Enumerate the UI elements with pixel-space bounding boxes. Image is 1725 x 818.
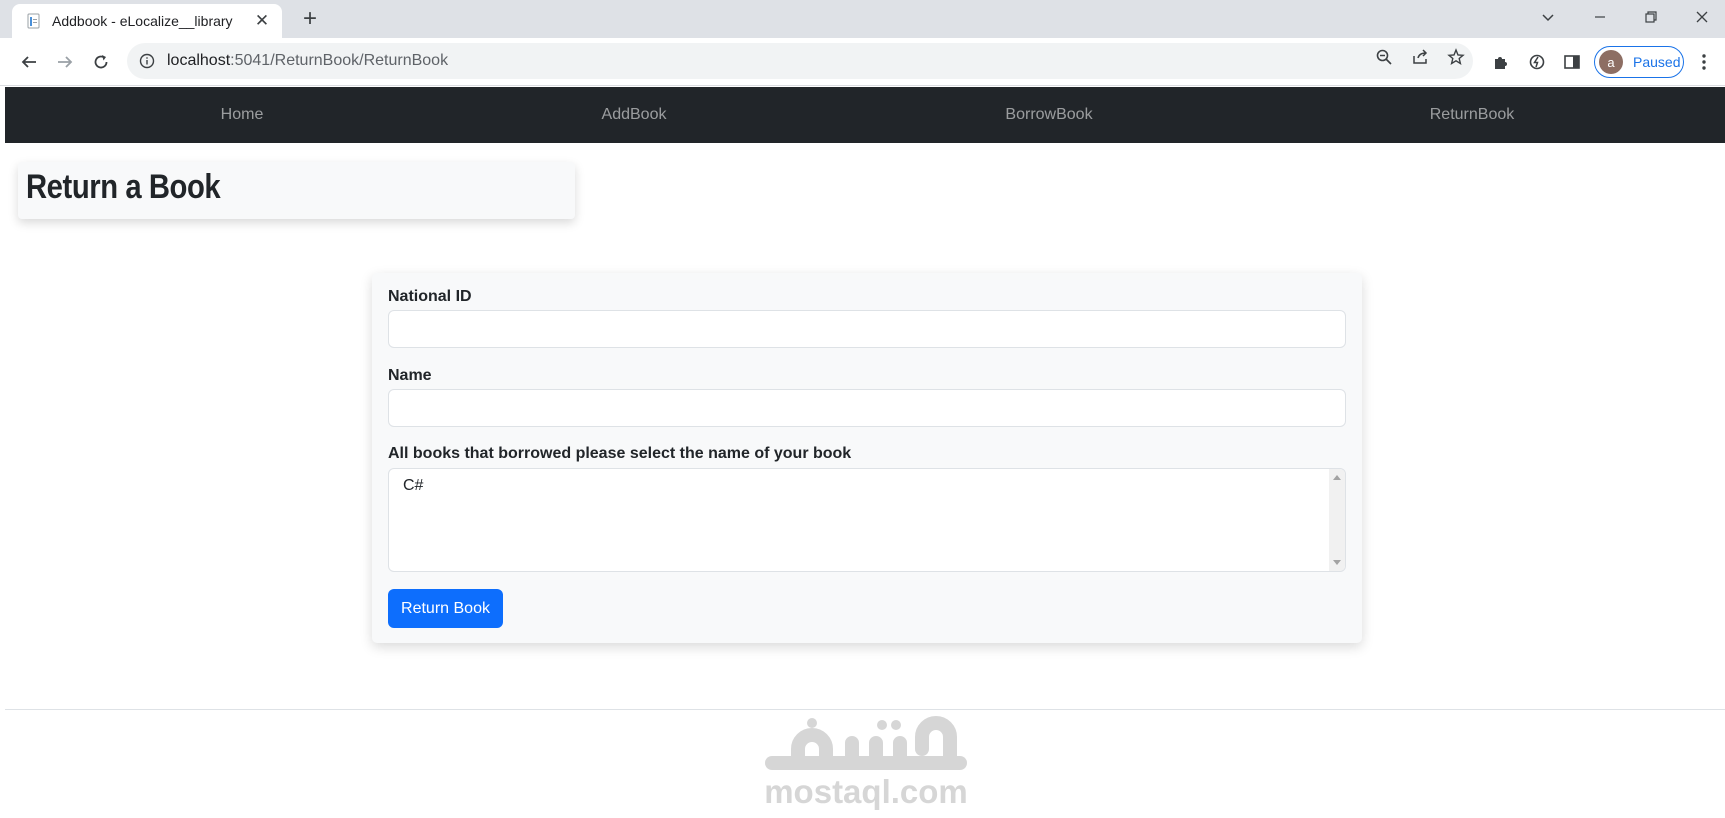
name-label: Name [388, 367, 432, 384]
extensions-puzzle-icon[interactable] [1490, 51, 1512, 73]
forward-arrow-icon[interactable] [49, 46, 81, 78]
site-info-icon[interactable] [139, 53, 155, 69]
return-book-form: National ID Name All books that borrowed… [372, 273, 1362, 643]
restore-icon[interactable] [1627, 0, 1675, 34]
nav-link-home[interactable]: Home [221, 87, 264, 143]
browser-tab[interactable]: Addbook - eLocalize__library ✕ [12, 4, 282, 38]
nav-link-borrowbook[interactable]: BorrowBook [1005, 87, 1092, 143]
borrowed-books-label: All books that borrowed please select th… [388, 445, 852, 462]
url-host: localhost [167, 52, 231, 69]
profile-button[interactable]: a Paused [1594, 46, 1684, 78]
url-text: localhost:5041/ReturnBook/ReturnBook [167, 52, 448, 70]
return-book-button[interactable]: Return Book [388, 589, 503, 628]
mostaql-watermark: mostaql.com [760, 715, 972, 815]
listbox-scrollbar[interactable] [1329, 469, 1345, 571]
zoom-out-icon[interactable] [1373, 46, 1395, 68]
site-navbar: Home AddBook BorrowBook ReturnBook [5, 87, 1725, 143]
side-panel-icon[interactable] [1561, 51, 1583, 73]
share-icon[interactable] [1409, 46, 1431, 68]
browser-toolbar: localhost:5041/ReturnBook/ReturnBook a P… [0, 38, 1725, 86]
address-bar[interactable]: localhost:5041/ReturnBook/ReturnBook [127, 43, 1473, 79]
page-favicon-icon [27, 13, 40, 29]
national-id-label: National ID [388, 288, 472, 305]
url-path: :5041/ReturnBook/ReturnBook [230, 52, 449, 69]
watermark-text: mostaql.com [764, 773, 968, 810]
bookmark-star-icon[interactable] [1445, 46, 1467, 68]
book-option[interactable]: C# [403, 477, 423, 495]
footer-divider [5, 709, 1725, 710]
page-viewport: Home AddBook BorrowBook ReturnBook Retur… [5, 87, 1725, 818]
borrowed-books-listbox[interactable]: C# [388, 468, 1346, 572]
browser-tabstrip: Addbook - eLocalize__library ✕ + [0, 0, 1725, 38]
performance-icon[interactable] [1526, 51, 1548, 73]
scroll-up-arrow-icon[interactable] [1333, 475, 1341, 480]
page-title-card: Return a Book [18, 162, 575, 219]
reload-icon[interactable] [85, 46, 117, 78]
minimize-icon[interactable] [1576, 0, 1624, 34]
profile-status: Paused [1633, 54, 1681, 70]
mostaql-logo-icon [765, 716, 967, 770]
name-field[interactable] [388, 389, 1346, 427]
avatar: a [1599, 50, 1623, 74]
nav-link-returnbook[interactable]: ReturnBook [1430, 87, 1515, 143]
national-id-field[interactable] [388, 310, 1346, 348]
close-window-icon[interactable] [1678, 0, 1725, 34]
page-title: Return a Book [26, 168, 221, 206]
more-menu-icon[interactable] [1693, 51, 1715, 73]
back-arrow-icon[interactable] [13, 46, 45, 78]
scroll-down-arrow-icon[interactable] [1333, 560, 1341, 565]
nav-link-addbook[interactable]: AddBook [602, 87, 667, 143]
tab-close-icon[interactable]: ✕ [252, 11, 272, 31]
tab-search-chevron-icon[interactable] [1524, 0, 1572, 34]
new-tab-icon[interactable]: + [296, 6, 324, 34]
tab-title: Addbook - eLocalize__library [52, 13, 233, 29]
